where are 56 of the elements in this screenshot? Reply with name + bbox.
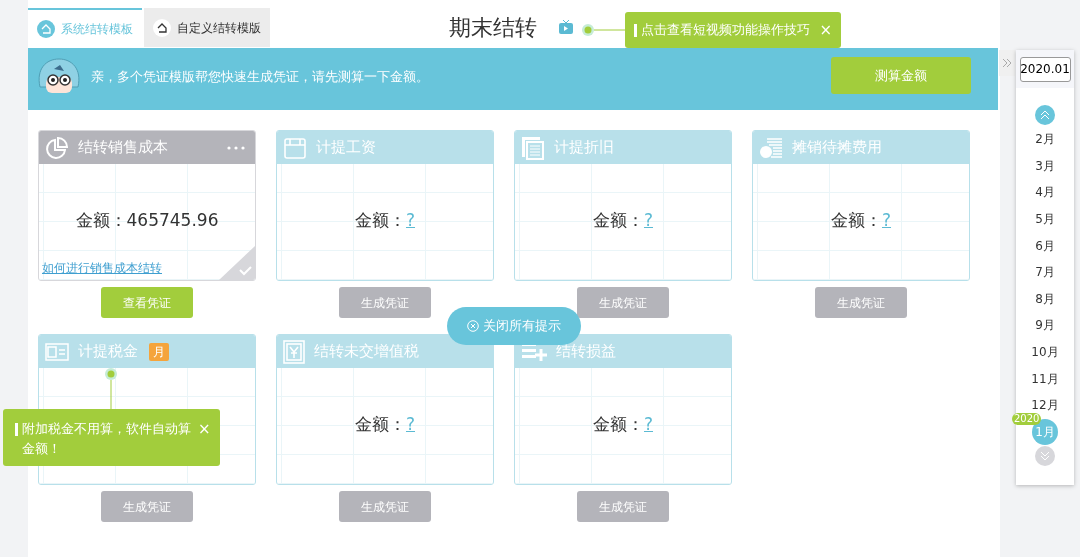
month-item[interactable]: 12月 [1031,396,1059,415]
more-icon[interactable] [227,145,245,150]
card-title: 计提税金 [78,341,138,363]
double-chevron-icon [1002,58,1012,68]
home-icon [153,18,171,37]
expand-handle[interactable] [999,50,1015,76]
amount-label: 金额： [355,209,406,232]
tip-text: 附加税金不用算，软件自动算金额！ [22,420,192,458]
card-title: 摊销待摊费用 [792,137,882,159]
month-item[interactable]: 10月 [1031,343,1059,362]
mascot-drawing [36,57,82,95]
template-card[interactable]: 计提工资 金额：? [276,130,494,281]
amount-label: 金额： [593,209,644,232]
month-item[interactable]: 2月 [1035,130,1055,149]
template-card[interactable]: 计提折旧 金额：? [514,130,732,281]
year-badge: 2020 [1012,412,1042,425]
month-item[interactable]: 6月 [1035,236,1055,255]
month-item[interactable]: 8月 [1035,289,1055,308]
amount-label: 金额： [75,209,127,232]
month-item[interactable]: 5月 [1035,210,1055,229]
tab[interactable]: 自定义结转模版 [144,8,270,47]
amount-label: 金额： [831,209,882,232]
pie-chart-icon [45,135,69,160]
template-card[interactable]: 摊销待摊费用 金额：? [752,130,970,281]
home-icon [37,19,55,38]
close-circle-icon [467,320,479,332]
page-title: 期末结转 [449,14,537,42]
date-field[interactable]: 2020.01 [1019,56,1071,82]
coin-list-icon [759,136,783,159]
tip-text: 点击查看短视频功能操作技巧 [641,21,810,40]
template-card[interactable]: 结转未交增值税 金额：? [276,334,494,485]
scroll-up-icon[interactable] [1035,105,1055,125]
tip-marker-icon [15,423,18,436]
scroll-down-icon[interactable] [1035,446,1055,467]
month-item[interactable]: 7月 [1035,263,1055,282]
banner-message: 亲，多个凭证模版帮您快速生成凭证，请先测算一下金额。 [91,68,429,86]
month-item[interactable]: 4月 [1035,183,1055,202]
yen-card-icon [283,339,305,364]
card-title: 结转销售成本 [78,137,168,159]
month-item[interactable]: 9月 [1035,316,1055,335]
month-item[interactable]: 3月 [1035,156,1055,175]
month-item[interactable]: 11月 [1031,369,1059,388]
tip-marker-icon [634,23,637,37]
amount-label: 金额： [355,413,406,436]
amount-label: 金额： [593,413,644,436]
documents-icon [521,135,545,160]
video-icon[interactable] [559,20,573,34]
check-corner-icon [219,246,255,280]
template-card[interactable]: 结转损益 金额：? [514,334,732,485]
card-title: 计提工资 [316,137,376,159]
card-title: 结转未交增值税 [314,341,419,363]
amount-value: 465745.96 [126,209,219,232]
month-badge: 月 [149,342,169,361]
template-card[interactable]: 结转销售成本 金额：465745.96 如何进行销售成本结转 [38,130,256,281]
tax-form-icon [45,342,69,361]
card-title: 计提折旧 [554,137,614,159]
